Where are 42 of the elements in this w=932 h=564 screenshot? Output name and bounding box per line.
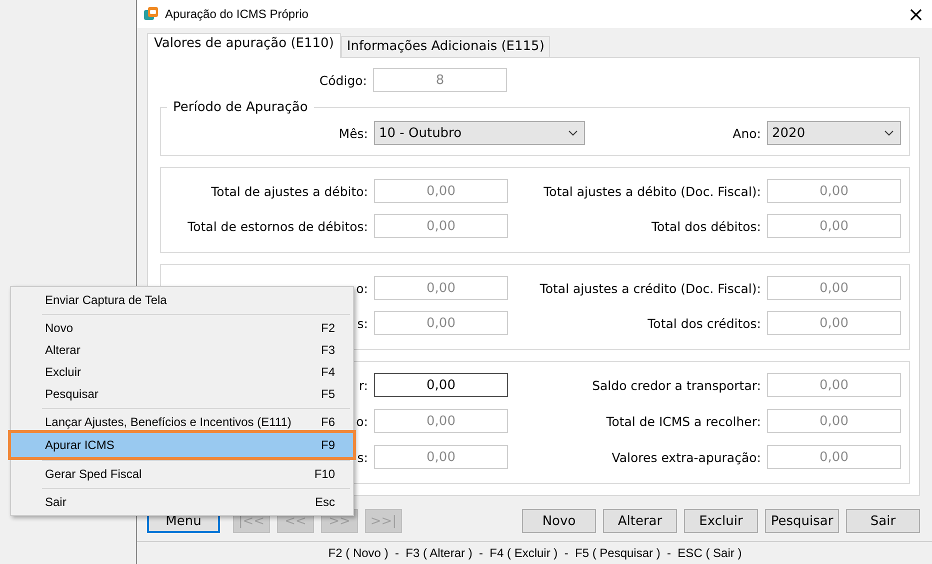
input-field[interactable]: 0,00: [374, 373, 508, 397]
dropdown[interactable]: 10 - Outubro: [374, 121, 585, 145]
menu-item[interactable]: Enviar Captura de Tela: [11, 289, 353, 311]
field-label: Total ajustes a débito (Doc. Fiscal):: [544, 184, 761, 198]
status-bar: F2 ( Novo ) - F3 ( Alterar ) - F4 ( Excluir ) - F5 ( Pesquisar ) - ESC ( Sair ): [137, 541, 932, 563]
field-label: r:: [358, 378, 368, 392]
action-button[interactable]: Pesquisar: [765, 509, 839, 533]
menu-item[interactable]: Gerar Sped Fiscal F10: [11, 463, 353, 485]
field-label: Valores extra-apuração:: [612, 450, 761, 464]
action-button[interactable]: Sair: [846, 509, 920, 533]
field-label: Total de ICMS a recolher:: [606, 414, 761, 428]
field-label: o:: [356, 280, 368, 296]
dropdown[interactable]: 2020: [767, 121, 901, 145]
field-label: Ano:: [732, 126, 761, 140]
field-label: Total de estornos de débitos:: [188, 218, 368, 234]
group-title: Período de Apuração: [172, 100, 309, 115]
menu-item[interactable]: Novo F2: [11, 317, 353, 339]
action-button[interactable]: Novo: [522, 509, 596, 533]
field-label: Mês:: [338, 126, 368, 140]
tab[interactable]: Informações Adicionais (E115): [340, 36, 550, 57]
menu-item[interactable]: Alterar F3: [11, 339, 353, 361]
field-label: s:: [357, 450, 368, 464]
field-label: Código:: [319, 72, 367, 88]
field-label: Total ajustes a crédito (Doc. Fiscal):: [540, 280, 761, 296]
field-label: Total de ajustes a débito:: [211, 184, 368, 198]
app-icon: [143, 6, 159, 22]
window-title: Apuração do ICMS Próprio: [165, 7, 310, 21]
field-label: Saldo credor a transportar:: [592, 378, 761, 392]
chevron-icon: [568, 130, 578, 136]
tab[interactable]: Valores de apuração (E110): [147, 33, 341, 58]
menu-item[interactable]: Pesquisar F5: [11, 383, 353, 405]
close-button[interactable]: ×: [905, 4, 927, 24]
menu-item[interactable]: Lançar Ajustes, Benefícios e Incentivos (E111) F6: [11, 411, 353, 433]
action-button[interactable]: Alterar: [603, 509, 677, 533]
menu-item[interactable]: Apurar ICMS F9: [11, 433, 353, 457]
field-label: Total dos débitos:: [651, 218, 761, 234]
field-label: s:: [357, 316, 368, 330]
action-button[interactable]: Excluir: [684, 509, 758, 533]
menu-item[interactable]: Excluir F4: [11, 361, 353, 383]
chevron-icon: [884, 130, 894, 136]
field-label: o:: [356, 414, 368, 428]
field-label: Total dos créditos:: [648, 316, 761, 330]
